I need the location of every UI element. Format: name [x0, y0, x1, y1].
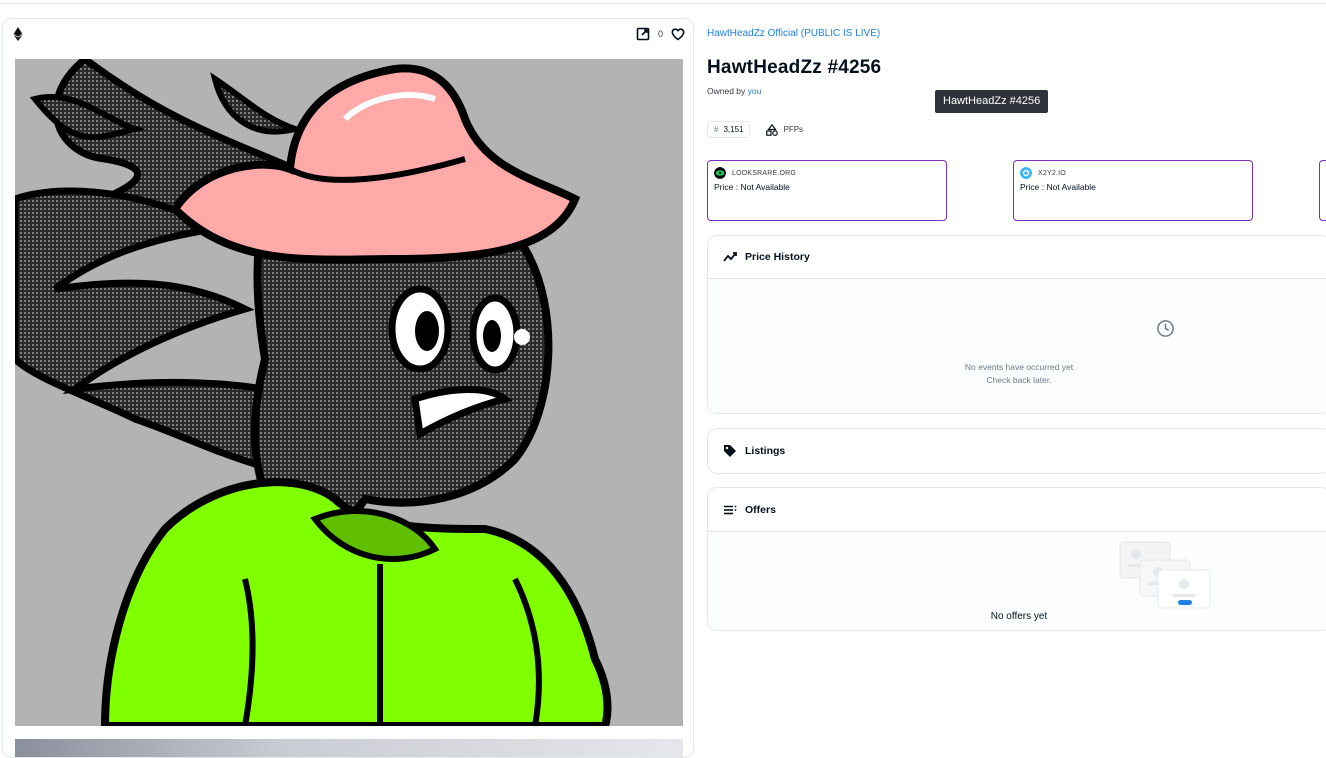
market-price: Price : Not Available [1020, 182, 1096, 192]
market-card-partial[interactable] [1319, 160, 1326, 221]
category-chip[interactable]: PFPs [766, 123, 804, 136]
media-card: 0 [2, 18, 694, 758]
external-link-icon[interactable] [636, 27, 650, 41]
ethereum-icon [13, 27, 23, 41]
price-history-label: Price History [745, 251, 810, 263]
listings-header[interactable]: Listings [708, 429, 1326, 473]
market-name: LOOKSRARE.ORG [732, 169, 797, 177]
list-icon [724, 505, 737, 514]
favorite-count: 0 [657, 29, 663, 39]
media-footer [15, 739, 683, 757]
owner-link[interactable]: you [748, 86, 762, 96]
empty-events-text: No events have occurred yet Check back l… [708, 361, 1326, 387]
shapes-icon [766, 123, 779, 136]
trending-icon [723, 252, 737, 262]
x2y2-icon [1020, 167, 1032, 179]
title-tooltip: HawtHeadZz #4256 [935, 90, 1049, 113]
market-name: X2Y2.IO [1038, 169, 1066, 177]
offers-body: No offers yet [708, 531, 1326, 630]
listings-panel: Listings [707, 428, 1326, 474]
owned-by-label: Owned by [707, 86, 746, 96]
rank-chip[interactable]: # 3,151 [707, 121, 751, 138]
item-title: HawtHeadZz #4256 [707, 57, 882, 78]
market-card-looksrare[interactable]: LOOKSRARE.ORG Price : Not Available [707, 160, 947, 221]
empty-offers-illustration [1119, 541, 1211, 609]
clock-icon [1157, 320, 1174, 337]
price-history-body: No events have occurred yet Check back l… [708, 278, 1326, 413]
offers-panel: Offers No offers yet [707, 487, 1326, 631]
media-actions: 0 [636, 27, 685, 41]
category-label: PFPs [783, 125, 804, 134]
owner-line: Owned by you [707, 86, 761, 96]
market-name-row: X2Y2.IO [1020, 167, 1246, 179]
rank-value: 3,151 [723, 125, 744, 134]
market-price: Price : Not Available [714, 182, 790, 192]
media-header: 0 [3, 19, 693, 49]
heart-icon[interactable] [671, 27, 685, 41]
tag-icon [724, 445, 736, 457]
meta-row: # 3,151 PFPs [707, 121, 803, 138]
empty-events-line2: Check back later. [986, 375, 1052, 385]
rank-hash: # [714, 125, 719, 134]
offers-header[interactable]: Offers [708, 488, 1326, 531]
looksrare-icon [714, 167, 726, 179]
item-details: HawtHeadZz Official (PUBLIC IS LIVE) Haw… [707, 0, 1326, 746]
collection-link[interactable]: HawtHeadZz Official (PUBLIC IS LIVE) [707, 28, 880, 39]
empty-events-line1: No events have occurred yet [964, 362, 1074, 372]
market-name-row: LOOKSRARE.ORG [714, 167, 940, 179]
nft-artwork-image[interactable] [15, 59, 683, 726]
offers-label: Offers [745, 503, 776, 516]
no-offers-text: No offers yet [990, 611, 1048, 622]
price-history-header[interactable]: Price History [708, 236, 1326, 278]
listings-label: Listings [745, 445, 786, 457]
price-history-panel: Price History No events have occurred ye… [707, 235, 1326, 414]
market-card-x2y2[interactable]: X2Y2.IO Price : Not Available [1013, 160, 1253, 221]
